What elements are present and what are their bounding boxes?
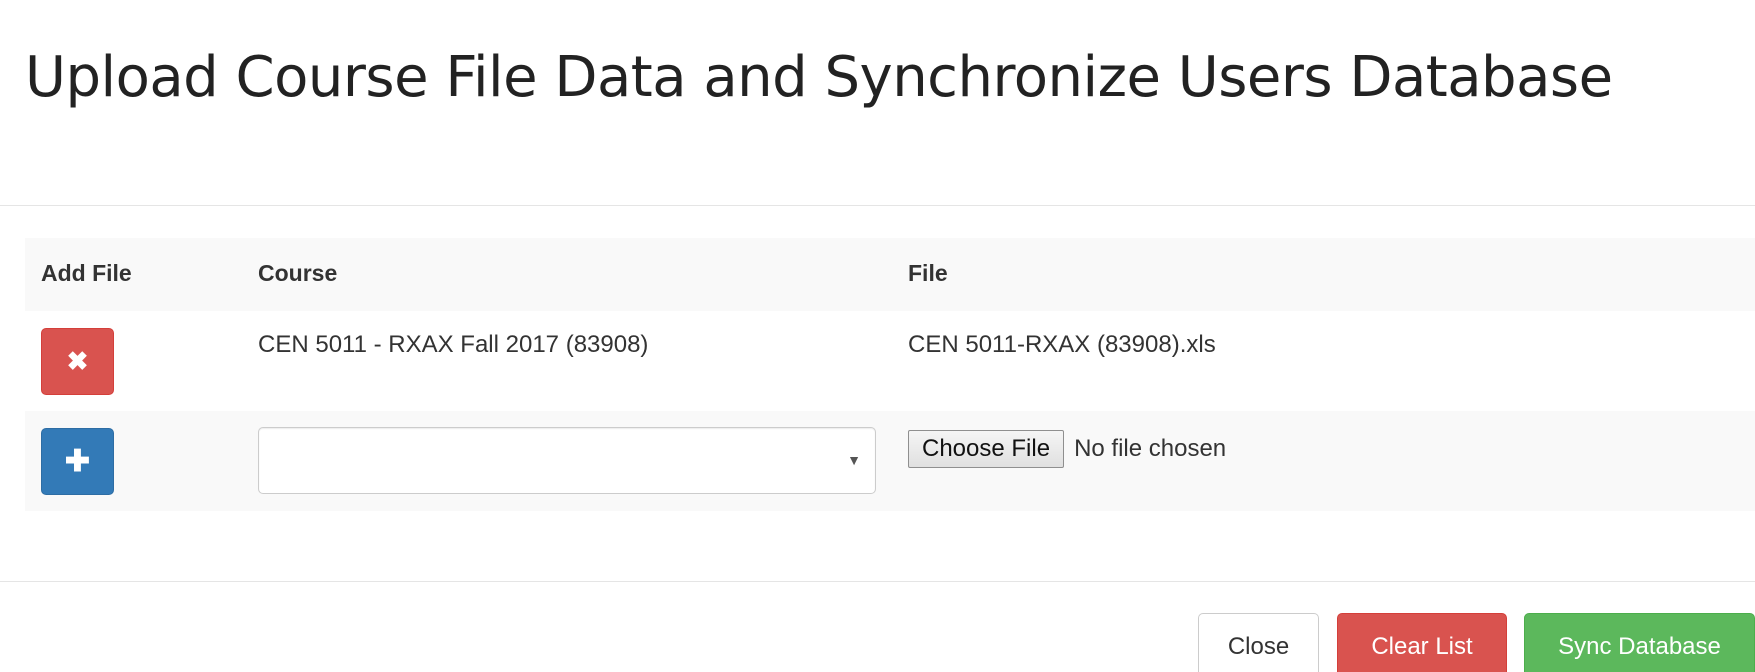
header-add-file: Add File [41,260,132,286]
choose-file-button[interactable]: Choose File [908,430,1065,468]
modal-title: Upload Course File Data and Synchronize … [25,45,1613,110]
remove-file-button[interactable]: ✖ [41,328,114,395]
upload-course-modal: Upload Course File Data and Synchronize … [0,0,1755,672]
header-file: File [908,260,948,286]
modal-header: Upload Course File Data and Synchronize … [0,0,1755,206]
clear-list-button[interactable]: Clear List [1337,613,1507,672]
plus-icon: ✚ [64,445,91,478]
modal-footer [0,581,1755,582]
remove-icon: ✖ [66,346,89,376]
course-name: CEN 5011 - RXAX Fall 2017 (83908) [258,331,649,358]
sync-database-button[interactable]: Sync Database [1524,613,1755,672]
course-select[interactable]: ▼ [258,427,876,494]
dropdown-arrow-icon: ▼ [847,452,861,468]
add-file-button[interactable]: ✚ [41,428,114,495]
table-header-row: Add File Course File [25,238,1755,311]
header-course: Course [258,260,338,286]
file-input: Choose File No file chosen [908,428,1226,470]
close-button[interactable]: Close [1198,613,1319,672]
file-status-text: No file chosen [1074,435,1227,462]
table-row: ✖ CEN 5011 - RXAX Fall 2017 (83908) CEN … [25,311,1755,411]
course-file-table: Add File Course File ✖ CEN 5011 - RXAX F… [25,238,1755,511]
file-name: CEN 5011-RXAX (83908).xls [908,331,1216,358]
new-file-row: ✚ ▼ Choose File No file chosen [25,411,1755,511]
